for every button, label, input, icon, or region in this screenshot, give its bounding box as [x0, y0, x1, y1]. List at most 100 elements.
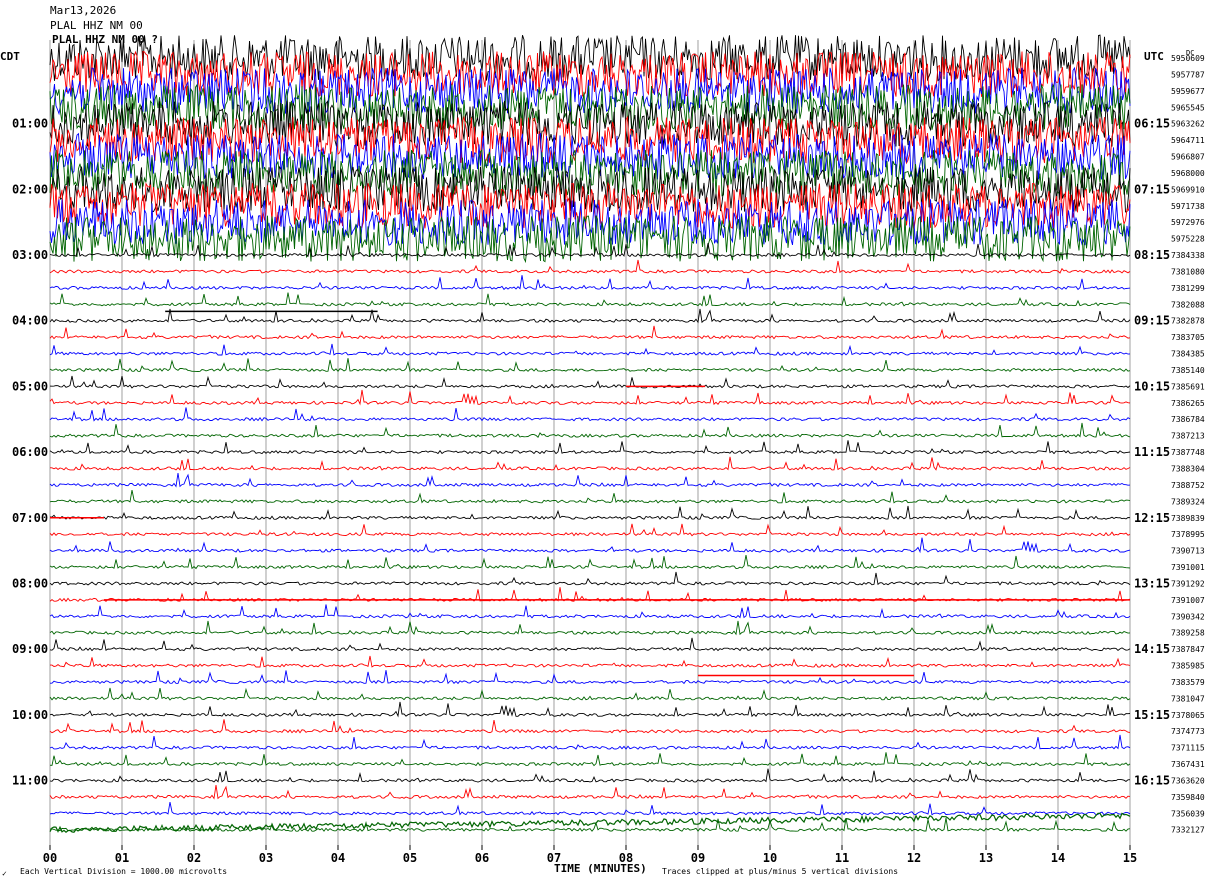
x-tick-label: 01 — [115, 851, 129, 865]
dc-offset-label: 7385691 — [1171, 382, 1205, 391]
left-hour-label: 11:00 — [12, 773, 48, 787]
trace-line — [49, 687, 1131, 701]
dc-offset-label: 7391007 — [1171, 596, 1205, 605]
x-tick-label: 02 — [187, 851, 201, 865]
trace-line — [49, 571, 1131, 586]
trace-line — [50, 655, 1131, 668]
dc-offset-label: 7382088 — [1171, 300, 1205, 309]
trace-line — [49, 719, 1131, 734]
x-tick-label: 10 — [763, 851, 777, 865]
left-hour-label: 05:00 — [12, 379, 48, 393]
dc-offset-label: 7391292 — [1171, 579, 1205, 588]
x-tick-label: 14 — [1051, 851, 1065, 865]
dc-offset-label: 7384385 — [1171, 350, 1205, 359]
x-tick-label: 05 — [403, 851, 417, 865]
x-tick-label: 03 — [259, 851, 273, 865]
left-timezone-label: CDT — [0, 50, 20, 63]
dc-offset-label: 7390342 — [1171, 612, 1205, 621]
trace-line — [49, 604, 1131, 619]
dc-offset-label: 5964711 — [1171, 136, 1205, 145]
trace-line — [49, 259, 1131, 274]
trace-line — [49, 325, 1131, 340]
trace-line — [49, 215, 1131, 264]
dc-offset-label: 7381299 — [1171, 284, 1205, 293]
dc-offset-label: 7378065 — [1171, 711, 1205, 720]
dc-offset-label: 7386265 — [1171, 399, 1205, 408]
x-tick-label: 00 — [43, 851, 57, 865]
trace-line — [49, 555, 1131, 570]
date-label: Mar13,2026 — [50, 4, 117, 17]
dc-offset-label: 7367431 — [1171, 760, 1205, 769]
seismic-traces — [49, 34, 1131, 833]
x-tick-label: 12 — [907, 851, 921, 865]
dc-offset-labels: 5950609595778759596775965545596326259647… — [1171, 54, 1205, 835]
trace-line — [49, 292, 1131, 307]
dc-header-label: DC — [1186, 49, 1195, 57]
trace-line — [49, 66, 1131, 116]
trace-line — [49, 752, 1131, 767]
trace-line — [49, 505, 1131, 521]
trace-line — [49, 358, 1131, 373]
dc-offset-label: 5975228 — [1171, 235, 1205, 244]
x-tick-label: 15 — [1123, 851, 1137, 865]
right-hour-label: 12:15 — [1134, 511, 1170, 525]
trace-line — [50, 670, 1131, 685]
dc-offset-label: 5957787 — [1171, 70, 1205, 79]
trace-line — [49, 343, 1131, 356]
trace-line — [49, 473, 1131, 488]
seismogram-plot: 00 01 02 03 04 05 06 07 08 09 10 11 12 13 14 15 01:0002… — [12, 34, 1205, 865]
trace-line — [49, 243, 1131, 258]
dc-offset-label: 7332127 — [1171, 826, 1205, 835]
left-hour-label: 01:00 — [12, 117, 48, 131]
x-tick-label: 04 — [331, 851, 345, 865]
right-hour-label: 15:15 — [1134, 708, 1170, 722]
trace-line — [49, 637, 1131, 652]
x-tick-label: 09 — [691, 851, 705, 865]
corner-mark: ✓ — [2, 869, 7, 878]
dc-offset-label: 5971738 — [1171, 202, 1205, 211]
right-hour-label: 10:15 — [1134, 379, 1170, 393]
trace-line — [49, 701, 1131, 718]
dc-offset-label: 5968000 — [1171, 169, 1205, 178]
right-hour-label: 16:15 — [1134, 773, 1170, 787]
dc-offset-label: 5966807 — [1171, 153, 1205, 162]
trace-line — [49, 275, 1131, 291]
station-label-overlap: PLAL HHZ NM 00 ? — [52, 33, 158, 46]
trace-line-drift — [49, 812, 1131, 833]
dc-offset-label: 7387748 — [1171, 448, 1205, 457]
x-tick-label: 06 — [475, 851, 489, 865]
dc-offset-label: 7383579 — [1171, 678, 1205, 687]
trace-line — [50, 456, 1131, 471]
dc-offset-label: 5963262 — [1171, 120, 1205, 129]
left-hour-label: 03:00 — [12, 248, 48, 262]
dc-offset-label: 5972976 — [1171, 218, 1205, 227]
dc-offset-label: 7381047 — [1171, 694, 1205, 703]
dc-offset-label: 7389258 — [1171, 629, 1205, 638]
left-hour-label: 02:00 — [12, 182, 48, 196]
dc-offset-label: 7378995 — [1171, 530, 1205, 539]
dc-offset-label: 7391001 — [1171, 563, 1205, 572]
station-label: PLAL HHZ NM 00 — [50, 19, 143, 32]
left-hour-label: 09:00 — [12, 642, 48, 656]
dc-offset-label: 7386784 — [1171, 415, 1205, 424]
dc-offset-label: 7356039 — [1171, 809, 1205, 818]
left-hour-label: 08:00 — [12, 576, 48, 590]
dc-offset-label: 7359840 — [1171, 793, 1205, 802]
dc-offset-label: 7385985 — [1171, 662, 1205, 671]
trace-line — [49, 734, 1131, 750]
dc-offset-label: 7381080 — [1171, 267, 1205, 276]
x-tick-label: 13 — [979, 851, 993, 865]
dc-offset-label: 5959677 — [1171, 87, 1205, 96]
trace-line — [49, 490, 1131, 504]
trace-line — [49, 375, 1131, 389]
dc-offset-label: 7374773 — [1171, 727, 1205, 736]
trace-line — [49, 802, 1131, 816]
trace-line — [49, 523, 1131, 537]
dc-offset-label: 7382878 — [1171, 317, 1205, 326]
dc-offset-label: 7387213 — [1171, 432, 1205, 441]
trace-line — [49, 407, 1131, 422]
trace-line — [49, 768, 1131, 783]
dc-offset-label: 7388304 — [1171, 465, 1205, 474]
trace-line — [49, 422, 1131, 438]
right-hour-label: 09:15 — [1134, 314, 1170, 328]
